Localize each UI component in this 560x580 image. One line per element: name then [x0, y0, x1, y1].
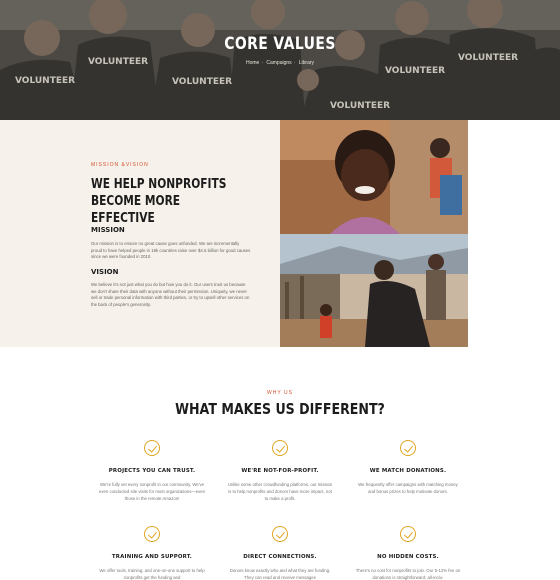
check-icon — [400, 526, 416, 542]
mission-title-line2: BECOME MORE EFFECTIVE — [91, 194, 181, 226]
why-eyebrow: WHY US — [267, 390, 293, 396]
mission-section: MISSION &VISION WE HELP NONPROFITS BECOM… — [0, 120, 280, 347]
feature-title: TRAINING AND SUPPORT. — [111, 554, 193, 560]
feature-text: We're fully vet every nonprofit in our c… — [98, 482, 206, 501]
volunteers-with-children-photo — [280, 234, 468, 347]
breadcrumb-home[interactable]: Home — [246, 60, 259, 66]
feature-title: NO HIDDEN COSTS. — [377, 554, 439, 560]
different-title: WHAT MAKES US DIFFERENT? — [175, 400, 385, 418]
feature-text: Unlike some other crowdfunding platforms… — [227, 482, 333, 501]
feature-text: We offer tools, training, and one-on-one… — [99, 568, 205, 580]
feature-title: WE'RE NOT-FOR-PROFIT. — [241, 468, 319, 474]
mission-title: WE HELP NONPROFITS BECOME MORE EFFECTIVE — [91, 176, 230, 227]
breadcrumb-library: Library — [298, 60, 315, 66]
mission-text: Our mission is to ensure no great cause … — [91, 241, 251, 260]
feature-text: There's no cost for nonprofits to join. … — [355, 568, 461, 580]
feature-match-donations: WE MATCH DONATIONS. We frequently offer … — [348, 440, 468, 496]
feature-text: Donors know exactly who and what they ar… — [229, 568, 331, 580]
mission-heading: MISSION — [91, 226, 125, 234]
feature-not-for-profit: WE'RE NOT-FOR-PROFIT. Unlike some other … — [220, 440, 340, 502]
feature-title: WE MATCH DONATIONS. — [369, 468, 447, 474]
feature-projects-trust: PROJECTS YOU CAN TRUST. We're fully vet … — [92, 440, 212, 502]
breadcrumb: Home · Campaigns · Library — [245, 60, 315, 66]
mission-eyebrow: MISSION &VISION — [91, 162, 149, 168]
feature-training-support: TRAINING AND SUPPORT. We offer tools, tr… — [92, 526, 212, 580]
mission-title-line1: WE HELP NONPROFITS — [91, 177, 227, 192]
vision-text: We believe it's not just what you do but… — [91, 282, 250, 307]
feature-direct-connections: DIRECT CONNECTIONS. Donors know exactly … — [220, 526, 340, 580]
check-icon — [400, 440, 416, 456]
check-icon — [272, 526, 288, 542]
feature-text: We frequently offer campaigns with match… — [358, 482, 458, 494]
feature-no-hidden-costs: NO HIDDEN COSTS. There's no cost for non… — [348, 526, 468, 580]
feature-title: DIRECT CONNECTIONS. — [243, 554, 317, 560]
child-smiling-photo — [280, 120, 468, 234]
check-icon — [272, 440, 288, 456]
vision-heading: VISION — [91, 268, 119, 276]
check-icon — [144, 440, 160, 456]
feature-title: PROJECTS YOU CAN TRUST. — [108, 468, 196, 474]
check-icon — [144, 526, 160, 542]
breadcrumb-campaigns[interactable]: Campaigns — [266, 60, 291, 66]
page-title: CORE VALUES — [224, 34, 336, 54]
spacer — [468, 120, 560, 347]
hero-banner: VOLUNTEER VOLUNTEER VOLUNTEER VOLUNTEER … — [0, 0, 560, 120]
